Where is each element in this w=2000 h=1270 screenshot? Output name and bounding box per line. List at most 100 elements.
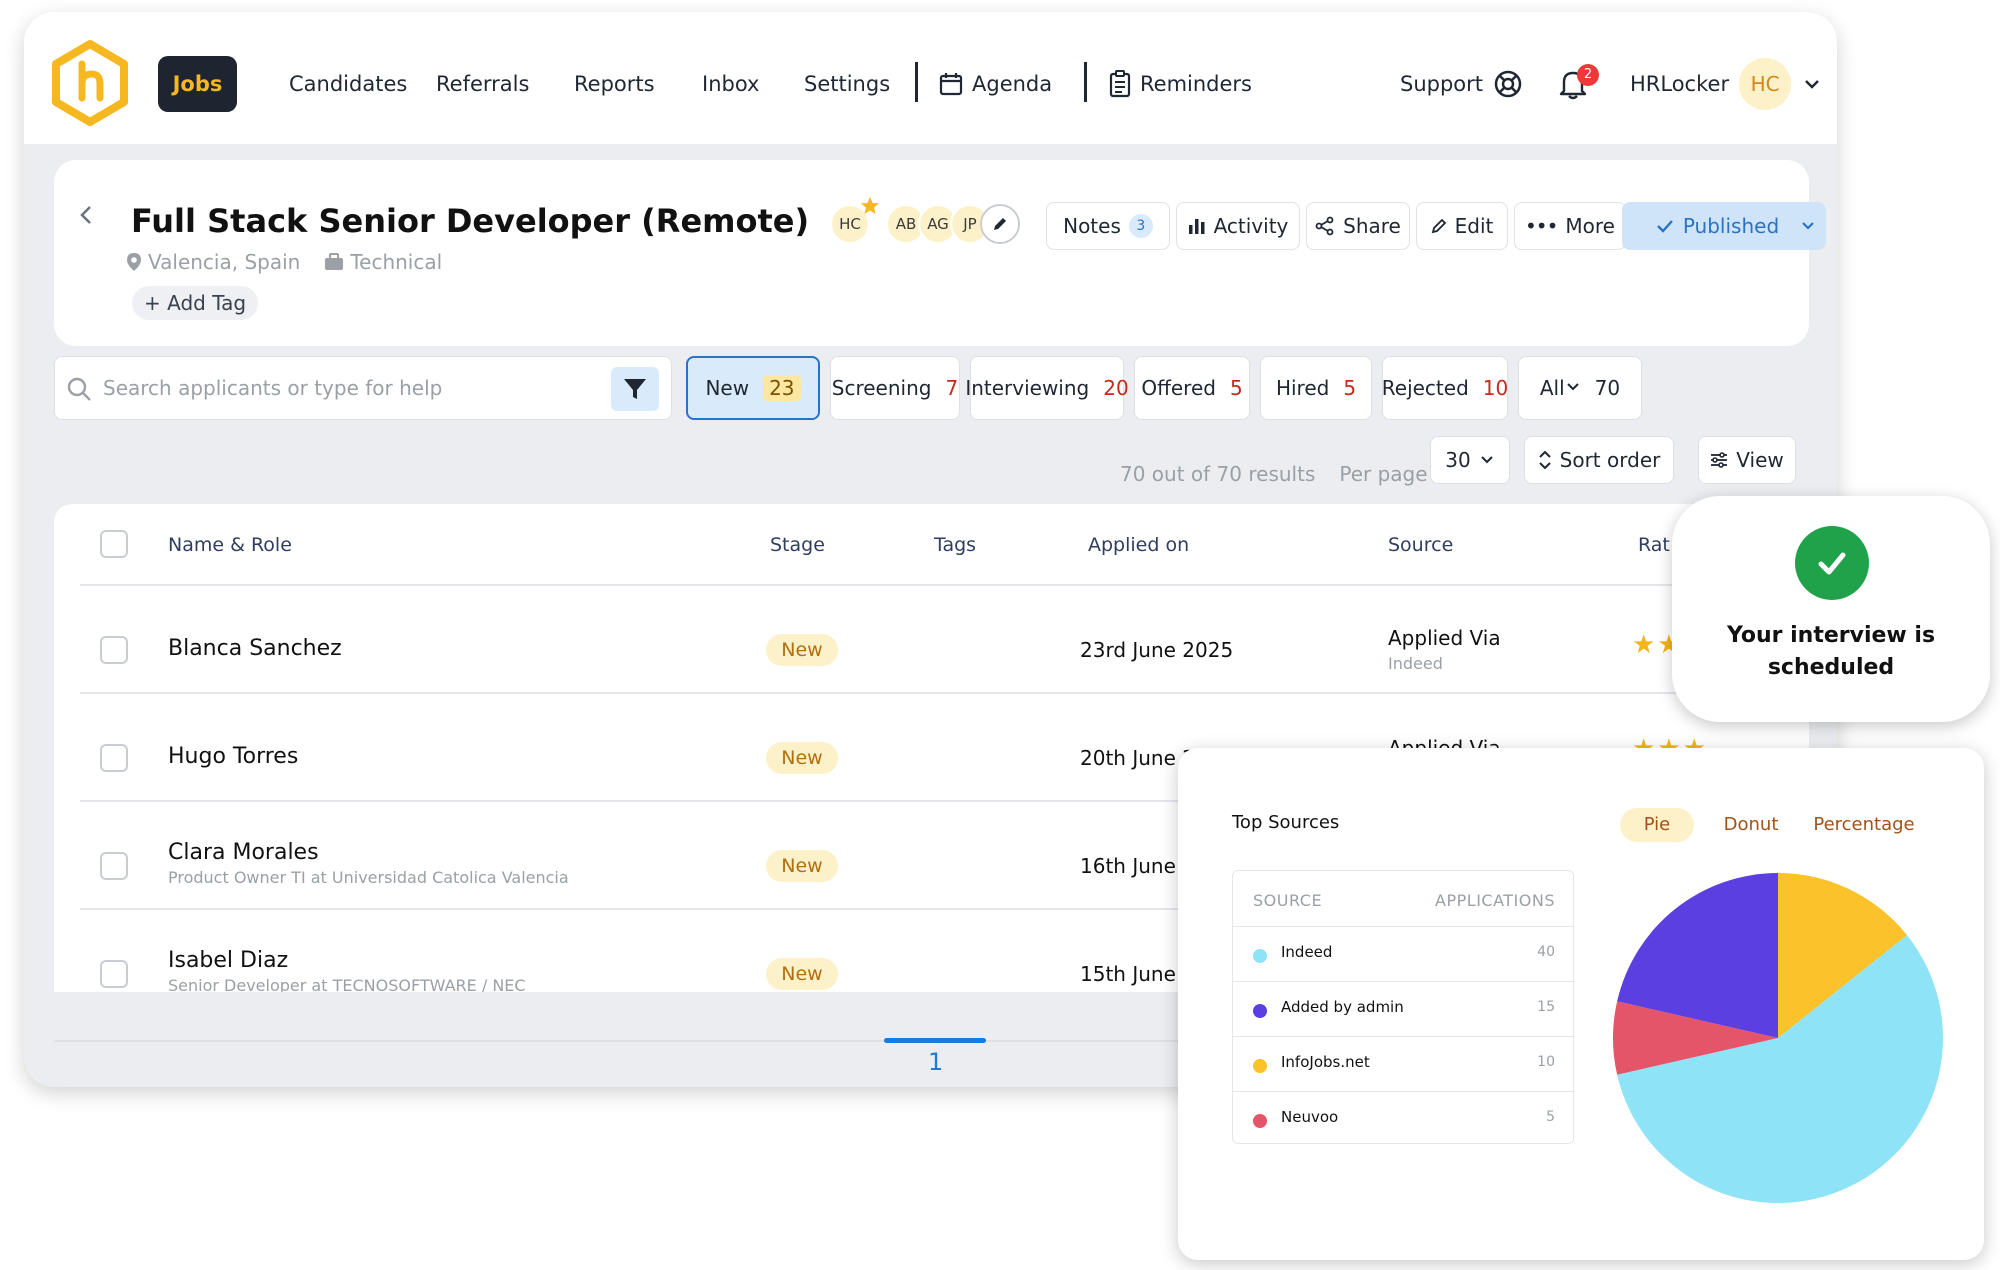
hrlocker-logo-icon[interactable] bbox=[52, 40, 128, 126]
nav-reports[interactable]: Reports bbox=[574, 56, 655, 112]
stage-count: 5 bbox=[1229, 376, 1243, 400]
source-name: InfoJobs.net bbox=[1281, 1053, 1370, 1071]
nav-candidates[interactable]: Candidates bbox=[289, 56, 407, 112]
stage-count: 10 bbox=[1482, 376, 1509, 400]
applied-date: 23rd June 2025 bbox=[1080, 638, 1234, 662]
more-button[interactable]: ••• More bbox=[1514, 202, 1626, 250]
chart-tab-donut[interactable]: Donut bbox=[1714, 808, 1788, 842]
pagination-page[interactable]: 1 bbox=[928, 1048, 943, 1076]
row-checkbox[interactable] bbox=[100, 852, 128, 880]
nav-jobs[interactable]: Jobs bbox=[158, 56, 237, 112]
list-item[interactable]: InfoJobs.net 10 bbox=[1233, 1036, 1573, 1091]
applicant-role: Product Owner TI at Universidad Catolica… bbox=[168, 868, 569, 887]
search-icon bbox=[67, 377, 91, 401]
sort-order-label: Sort order bbox=[1559, 448, 1661, 472]
row-checkbox[interactable] bbox=[100, 636, 128, 664]
stage-label: All bbox=[1540, 376, 1581, 400]
nav-reminders[interactable]: Reminders bbox=[1108, 56, 1252, 112]
bar-chart-icon bbox=[1188, 219, 1205, 234]
column-header-name[interactable]: Name & Role bbox=[168, 534, 292, 556]
search-input[interactable] bbox=[103, 357, 603, 419]
nav-inbox[interactable]: Inbox bbox=[702, 56, 759, 112]
toast-message: Your interview is scheduled bbox=[1726, 623, 1936, 680]
sliders-icon bbox=[1711, 452, 1728, 468]
nav-agenda[interactable]: Agenda bbox=[938, 56, 1052, 112]
lifebuoy-icon bbox=[1494, 70, 1522, 98]
row-checkbox[interactable] bbox=[100, 960, 128, 988]
nav-referrals[interactable]: Referrals bbox=[436, 56, 529, 112]
activity-button[interactable]: Activity bbox=[1176, 202, 1300, 250]
share-button[interactable]: Share bbox=[1306, 202, 1410, 250]
column-header-tags[interactable]: Tags bbox=[934, 534, 976, 556]
table-divider bbox=[80, 584, 1809, 586]
edit-team-button[interactable] bbox=[980, 204, 1020, 244]
account-menu[interactable]: HRLocker HC bbox=[1630, 56, 1823, 112]
applicant-name[interactable]: Isabel Diaz bbox=[168, 948, 288, 973]
stage-label: Hired bbox=[1275, 376, 1330, 400]
top-sources-title: Top Sources bbox=[1232, 812, 1340, 833]
stage-tab-screening[interactable]: Screening 7 bbox=[830, 356, 960, 420]
applicant-name[interactable]: Hugo Torres bbox=[168, 744, 298, 769]
row-checkbox[interactable] bbox=[100, 744, 128, 772]
clipboard-icon bbox=[1109, 70, 1131, 98]
column-header-applications: APPLICATIONS bbox=[1435, 891, 1555, 910]
hiring-team-avatars[interactable]: HC AB AG JP bbox=[830, 197, 1042, 246]
list-item[interactable]: Neuvoo 5 bbox=[1233, 1091, 1573, 1146]
pagination-indicator bbox=[884, 1038, 986, 1043]
notes-button[interactable]: Notes 3 bbox=[1046, 202, 1170, 250]
top-sources-card: Top Sources Pie Donut Percentage SOURCE … bbox=[1178, 748, 1984, 1260]
results-count: 70 out of 70 results bbox=[1120, 462, 1316, 486]
select-all-checkbox[interactable] bbox=[100, 530, 128, 558]
stage-label: New bbox=[705, 376, 750, 400]
sources-pie-chart bbox=[1613, 873, 1943, 1203]
filter-button[interactable] bbox=[611, 367, 659, 411]
published-status-button[interactable]: Published bbox=[1622, 202, 1812, 250]
activity-label: Activity bbox=[1213, 214, 1289, 238]
stage-label: Screening bbox=[831, 376, 932, 400]
stage-badge: New bbox=[766, 850, 838, 882]
column-header-applied[interactable]: Applied on bbox=[1088, 534, 1189, 556]
source-detail: Indeed bbox=[1388, 654, 1443, 673]
column-header-rating[interactable]: Rat bbox=[1638, 534, 1670, 556]
more-dots-icon: ••• bbox=[1525, 214, 1558, 238]
edit-button[interactable]: Edit bbox=[1416, 202, 1508, 250]
location-pin-icon bbox=[127, 253, 141, 271]
stage-tab-all[interactable]: All 70 bbox=[1518, 356, 1642, 420]
applicant-name[interactable]: Clara Morales bbox=[168, 840, 319, 865]
list-item[interactable]: Added by admin 15 bbox=[1233, 981, 1573, 1036]
stage-tab-offered[interactable]: Offered 5 bbox=[1134, 356, 1250, 420]
chart-tab-percentage[interactable]: Percentage bbox=[1804, 808, 1924, 842]
results-summary: 70 out of 70 results Per page bbox=[1120, 452, 1428, 496]
job-location: Valencia, Spain bbox=[126, 250, 300, 274]
published-dropdown-toggle[interactable] bbox=[1790, 202, 1826, 250]
top-navigation: Jobs Candidates Referrals Reports Inbox … bbox=[24, 12, 1837, 144]
stage-badge: New bbox=[766, 742, 838, 774]
stage-tab-rejected[interactable]: Rejected 10 bbox=[1382, 356, 1508, 420]
stage-label: Interviewing bbox=[965, 376, 1090, 400]
view-button[interactable]: View bbox=[1698, 436, 1796, 484]
sort-order-button[interactable]: Sort order bbox=[1524, 436, 1674, 484]
support-link[interactable]: Support bbox=[1400, 56, 1523, 112]
stage-tab-new[interactable]: New 23 bbox=[686, 356, 820, 420]
company-name: HRLocker bbox=[1630, 72, 1730, 96]
column-header-source[interactable]: Source bbox=[1388, 534, 1453, 556]
column-header-stage[interactable]: Stage bbox=[770, 534, 825, 556]
back-chevron-icon[interactable] bbox=[74, 200, 96, 230]
view-label: View bbox=[1736, 448, 1784, 472]
applicant-name[interactable]: Blanca Sanchez bbox=[168, 636, 342, 661]
legend-dot bbox=[1253, 1059, 1267, 1073]
stage-tab-hired[interactable]: Hired 5 bbox=[1260, 356, 1372, 420]
chart-tab-pie[interactable]: Pie bbox=[1620, 808, 1694, 842]
per-page-select[interactable]: 30 bbox=[1430, 436, 1510, 484]
chevron-down-icon bbox=[1802, 222, 1814, 230]
briefcase-icon bbox=[325, 253, 344, 270]
add-tag-button[interactable]: + Add Tag bbox=[132, 286, 259, 320]
nav-settings[interactable]: Settings bbox=[804, 56, 890, 112]
applied-date: 16th June bbox=[1080, 854, 1176, 878]
source-name: Indeed bbox=[1281, 943, 1333, 961]
nav-divider bbox=[1084, 62, 1087, 102]
list-item[interactable]: Indeed 40 bbox=[1233, 926, 1573, 981]
source-count: 5 bbox=[1546, 1109, 1555, 1125]
stage-tab-interviewing[interactable]: Interviewing 20 bbox=[965, 356, 1129, 420]
legend-dot bbox=[1253, 1114, 1267, 1128]
